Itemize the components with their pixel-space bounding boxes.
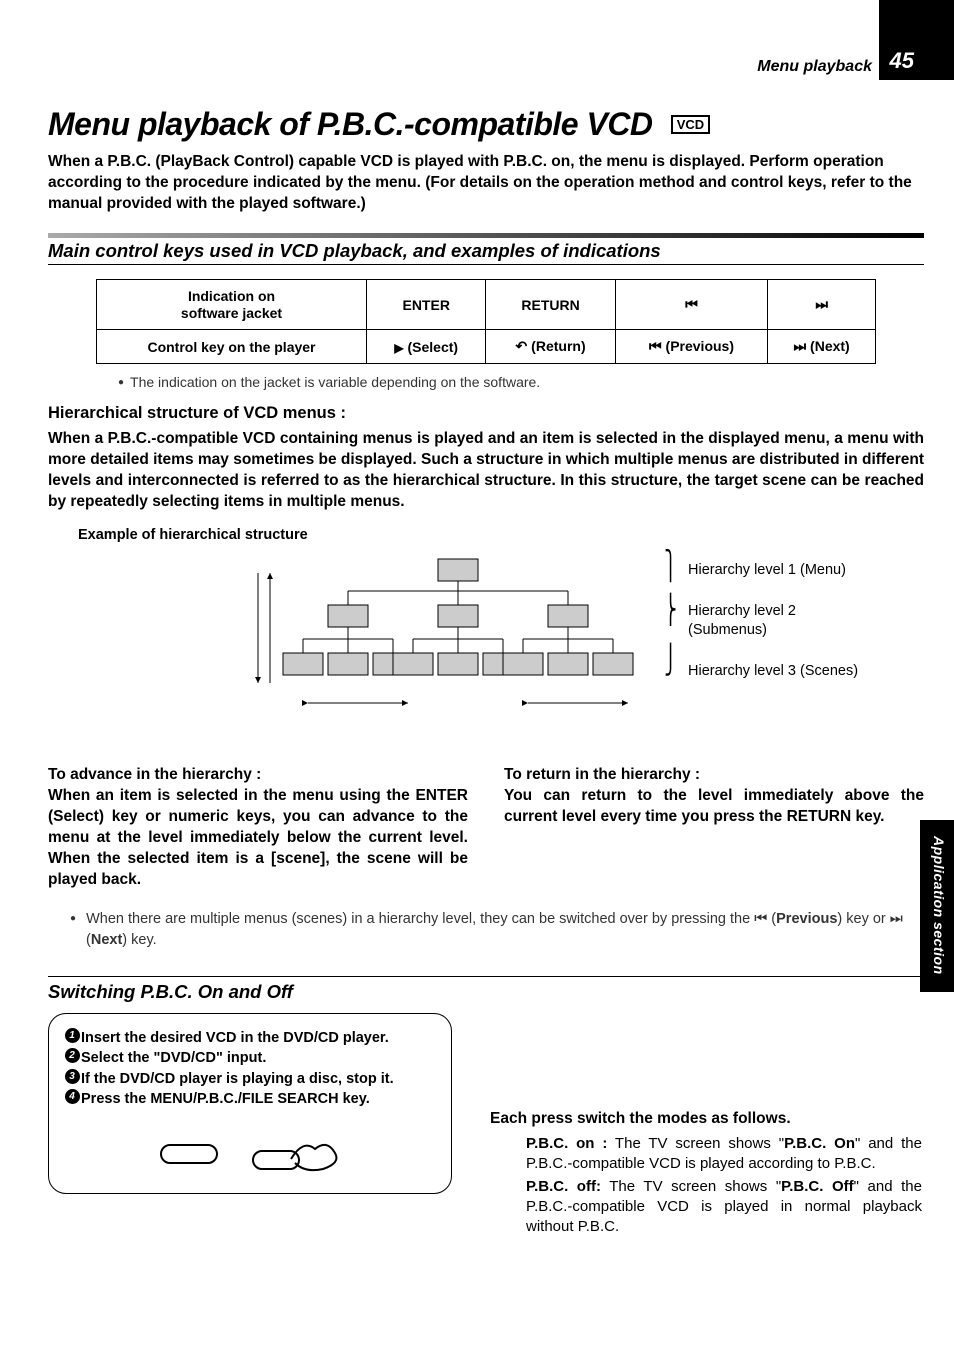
title-row: Menu playback of P.B.C.-compatible VCD V… (48, 108, 924, 140)
return-col: To return in the hierarchy : You can ret… (504, 765, 924, 891)
cell-control-key: Control key on the player (97, 330, 367, 364)
level3-label: Hierarchy level 3 (Scenes) (688, 662, 858, 681)
mode-description: Each press switch the modes as follows. … (490, 1110, 922, 1239)
return-icon: ↶ (516, 338, 528, 354)
skip-next-icon: ⏭ (815, 296, 828, 312)
step1: Insert the desired VCD in the DVD/CD pla… (81, 1028, 437, 1048)
cell-prev-icon: ⏮ (615, 279, 768, 330)
side-tab-label: Application section (931, 836, 947, 975)
cell-indication: Indication onsoftware jacket (97, 279, 367, 330)
cell-select: ▶ (Select) (367, 330, 486, 364)
mode-on: P.B.C. on : The TV screen shows "P.B.C. … (490, 1134, 922, 1175)
play-icon: ▶ (394, 341, 403, 355)
multi-menu-note: When there are multiple menus (scenes) i… (70, 909, 924, 953)
page-number: 45 (890, 48, 914, 74)
cell-return2: ↶ (Return) (486, 330, 615, 364)
advance-return-columns: To advance in the hierarchy : When an it… (48, 765, 924, 891)
brace-icon: ⎭ (664, 643, 677, 677)
return-title: To return in the hierarchy : (504, 765, 924, 786)
cell-enter: ENTER (367, 279, 486, 330)
finger-press-icon (251, 1135, 341, 1175)
hierarchy-para: When a P.B.C.-compatible VCD containing … (48, 429, 924, 513)
vcd-badge: VCD (671, 115, 710, 134)
skip-prev-icon: ⏮ (649, 338, 662, 354)
control-key-table: Indication onsoftware jacket ENTER RETUR… (96, 279, 876, 365)
hierarchy-level-labels: Hierarchy level 1 (Menu) Hierarchy level… (688, 561, 858, 702)
step3: If the DVD/CD player is playing a disc, … (81, 1069, 437, 1089)
breadcrumb: Menu playback (757, 58, 872, 76)
section1-title: Main control keys used in VCD playback, … (48, 240, 924, 262)
level1-label: Hierarchy level 1 (Menu) (688, 561, 858, 580)
skip-prev-icon: ⏮ (754, 911, 767, 927)
section-heading: Main control keys used in VCD playback, … (48, 233, 924, 265)
cell-next: ⏭ (Next) (768, 330, 876, 364)
intro-text: When a P.B.C. (PlayBack Control) capable… (48, 152, 924, 215)
cell-next-icon: ⏭ (768, 279, 876, 330)
modes-lead: Each press switch the modes as follows. (490, 1110, 922, 1128)
skip-next-icon: ⏭ (890, 911, 903, 927)
advance-body: When an item is selected in the menu usi… (48, 786, 468, 891)
rule (48, 976, 924, 977)
advance-col: To advance in the hierarchy : When an it… (48, 765, 468, 891)
brace-icon: ⎫ (664, 549, 677, 583)
cell-previous: ⏮ (Previous) (615, 330, 768, 364)
procedure-box: 1Insert the desired VCD in the DVD/CD pl… (48, 1013, 452, 1194)
table-footnote: The indication on the jacket is variable… (118, 374, 924, 390)
step2: Select the "DVD/CD" input. (81, 1048, 437, 1068)
page-title: Menu playback of P.B.C.-compatible VCD (48, 108, 653, 140)
brace-icon: ⎬ (664, 593, 677, 627)
skip-next-icon: ⏭ (794, 338, 807, 354)
switching-title: Switching P.B.C. On and Off (48, 981, 924, 1003)
tree-diagram-svg (248, 553, 668, 753)
button-icon (159, 1135, 219, 1171)
level2-label: Hierarchy level 2(Submenus) (688, 602, 858, 640)
mode-off: P.B.C. off: The TV screen shows "P.B.C. … (490, 1177, 922, 1238)
hierarchy-diagram: Hierarchy level 1 (Menu) Hierarchy level… (48, 549, 924, 759)
return-body: You can return to the level immediately … (504, 786, 924, 828)
example-label: Example of hierarchical structure (78, 527, 924, 543)
skip-prev-icon: ⏮ (685, 296, 698, 312)
cell-return: RETURN (486, 279, 615, 330)
step4: Press the MENU/P.B.C./FILE SEARCH key. (81, 1089, 437, 1109)
hierarchy-heading: Hierarchical structure of VCD menus : (48, 404, 924, 423)
advance-title: To advance in the hierarchy : (48, 765, 468, 786)
